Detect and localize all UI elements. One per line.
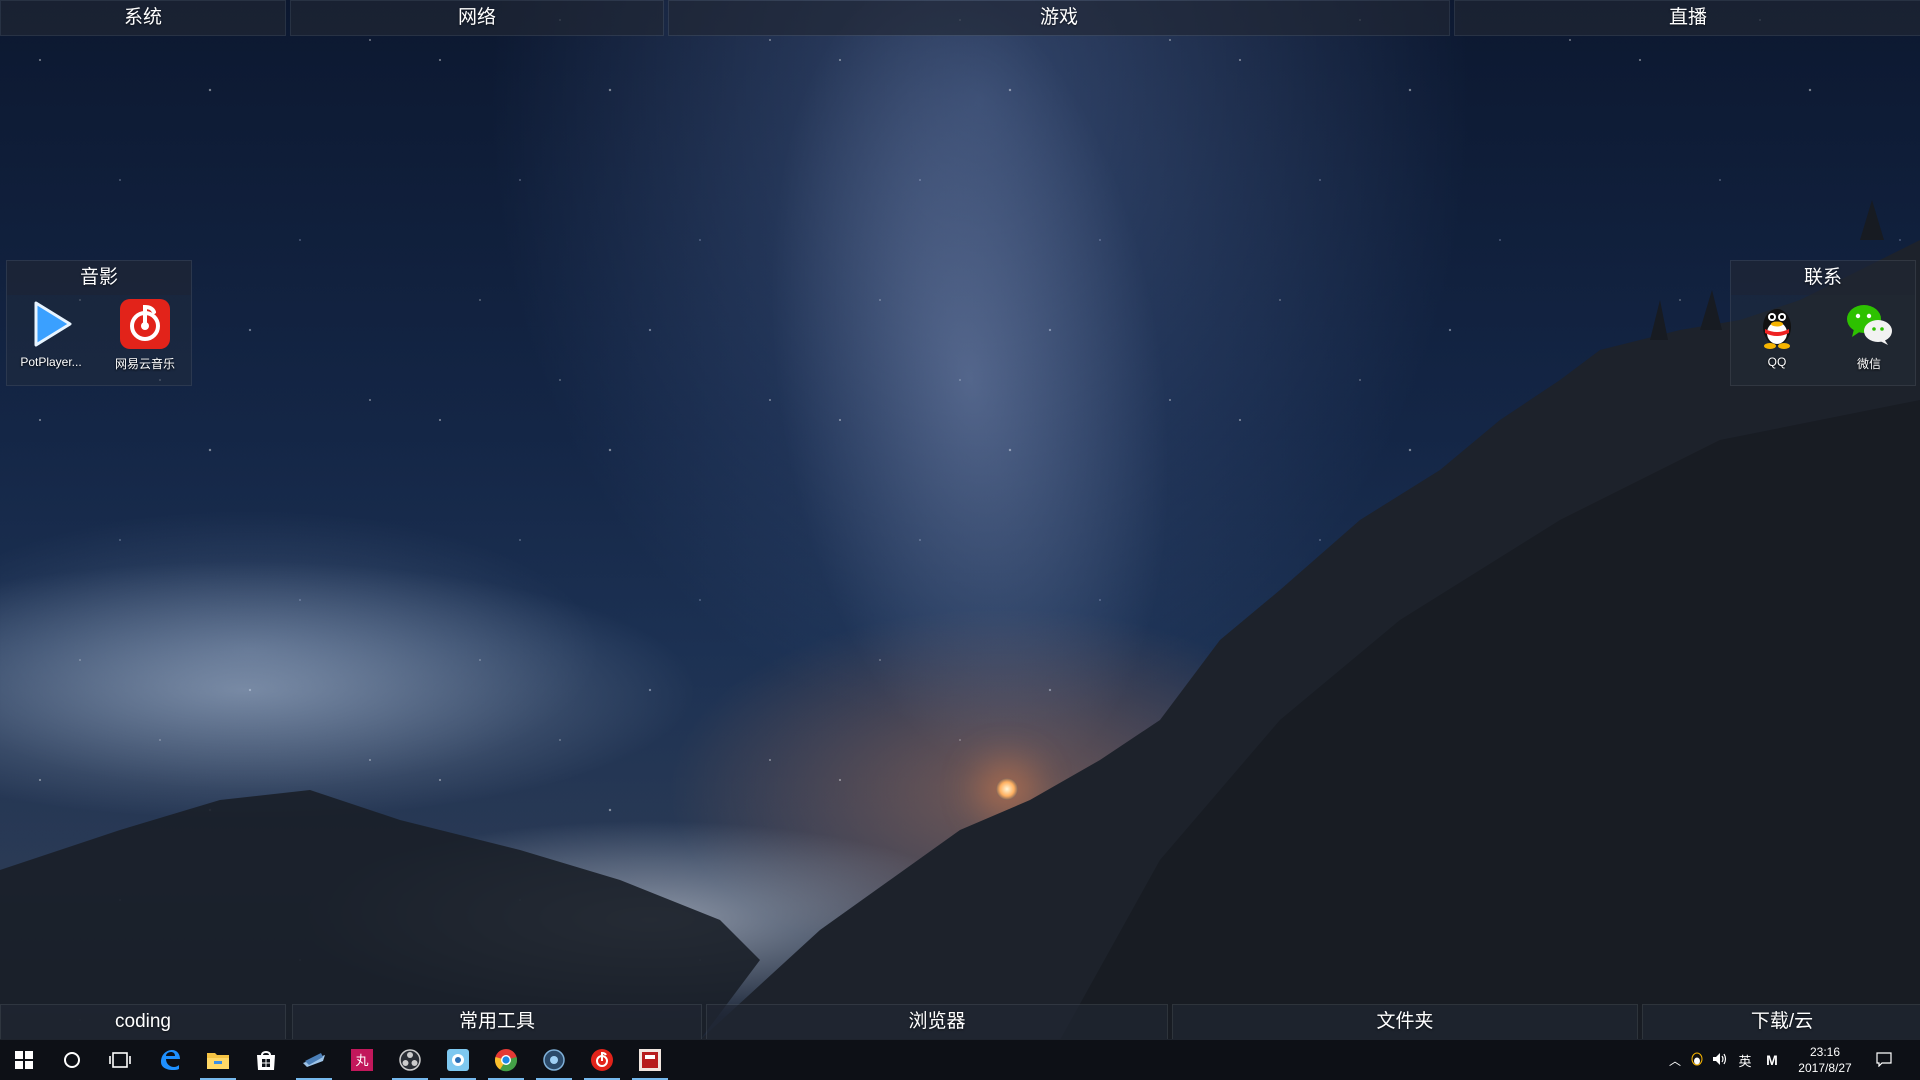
fence-contact[interactable]: 联系 QQ 微信 — [1730, 260, 1916, 386]
desktop-wallpaper — [0, 0, 1920, 1080]
shortcut-label: 微信 — [1856, 357, 1881, 371]
steam-icon — [303, 1053, 325, 1067]
obs-icon — [399, 1049, 421, 1071]
search-button[interactable] — [48, 1040, 96, 1080]
qq-tray-icon[interactable] — [1686, 1052, 1708, 1069]
system-tray: ︿ 英 M 23:16 2017/8/27 — [1664, 1040, 1904, 1080]
clock-date: 2017/8/27 — [1798, 1061, 1852, 1075]
svg-text:丸: 丸 — [355, 1054, 368, 1069]
clock[interactable]: 23:16 2017/8/27 — [1786, 1044, 1864, 1076]
potplayer-icon — [24, 297, 78, 351]
taskbar-app-circle[interactable] — [530, 1040, 578, 1080]
app-pink-icon: 丸 — [351, 1049, 373, 1071]
action-center-icon[interactable] — [1864, 1051, 1904, 1070]
fence-title: coding — [1, 1005, 285, 1039]
volume-icon[interactable] — [1708, 1052, 1732, 1069]
shortcut-label: QQ — [1767, 355, 1787, 369]
fence-network[interactable]: 网络 — [290, 0, 664, 36]
fence-title: 网络 — [291, 1, 663, 35]
fence-folders[interactable]: 文件夹 — [1172, 1004, 1638, 1040]
netease-music-icon — [591, 1049, 613, 1071]
fence-live[interactable]: 直播 — [1454, 0, 1920, 36]
chrome-icon — [494, 1049, 518, 1072]
fence-browser[interactable]: 浏览器 — [706, 1004, 1168, 1040]
edge-icon — [161, 1050, 180, 1070]
taskbar-app-red[interactable] — [626, 1040, 674, 1080]
taskbar-app-steam[interactable] — [290, 1040, 338, 1080]
fence-title: 文件夹 — [1173, 1005, 1637, 1039]
clock-time: 23:16 — [1809, 1045, 1841, 1059]
taskbar-app-blue[interactable] — [434, 1040, 482, 1080]
start-button[interactable] — [0, 1040, 48, 1080]
taskbar-app-chrome[interactable] — [482, 1040, 530, 1080]
fence-tools[interactable]: 常用工具 — [292, 1004, 702, 1040]
windows-logo-icon — [15, 1051, 33, 1069]
desktop-shortcut-wechat[interactable]: 微信 — [1827, 297, 1911, 372]
fence-title: 浏览器 — [707, 1005, 1167, 1039]
task-view-button[interactable] — [96, 1040, 144, 1080]
ime-language-indicator[interactable]: 英 — [1732, 1051, 1758, 1070]
wechat-icon — [1842, 297, 1896, 351]
ime-mode-indicator[interactable]: M — [1758, 1052, 1786, 1068]
taskbar-app-file-explorer[interactable] — [194, 1040, 242, 1080]
qq-icon — [1750, 297, 1804, 351]
desktop-shortcut-netease-music[interactable]: 网易云音乐 — [103, 297, 187, 372]
fence-system[interactable]: 系统 — [0, 0, 286, 36]
taskbar-app-obs[interactable] — [386, 1040, 434, 1080]
fence-title: 常用工具 — [293, 1005, 701, 1039]
taskbar-app-pink[interactable]: 丸 — [338, 1040, 386, 1080]
app-red-icon — [639, 1049, 661, 1071]
cortana-circle-icon — [64, 1052, 80, 1068]
task-view-icon — [109, 1052, 131, 1068]
store-icon — [257, 1051, 275, 1070]
taskbar-app-netease-music[interactable] — [578, 1040, 626, 1080]
fence-title: 游戏 — [669, 1, 1449, 35]
taskbar-app-store[interactable] — [242, 1040, 290, 1080]
desktop-shortcut-potplayer[interactable]: PotPlayer... — [9, 297, 93, 369]
fence-coding[interactable]: coding — [0, 1004, 286, 1040]
fence-downloads-cloud[interactable]: 下载/云 — [1642, 1004, 1920, 1040]
shortcut-label: PotPlayer... — [20, 355, 82, 369]
show-hidden-icons-chevron-icon[interactable]: ︿ — [1664, 1052, 1686, 1069]
fence-title: 联系 — [1731, 261, 1915, 295]
fence-media[interactable]: 音影 PotPlayer... 网易云音乐 — [6, 260, 192, 386]
app-circle-icon — [543, 1049, 565, 1071]
fence-games[interactable]: 游戏 — [668, 0, 1450, 36]
app-blue-icon — [447, 1049, 469, 1071]
fence-title: 下载/云 — [1643, 1005, 1920, 1039]
shortcut-label: 网易云音乐 — [114, 357, 175, 371]
desktop-shortcut-qq[interactable]: QQ — [1735, 297, 1819, 369]
netease-music-icon — [118, 297, 172, 351]
file-explorer-icon — [207, 1053, 229, 1069]
fence-title: 音影 — [7, 261, 191, 295]
fence-title: 直播 — [1455, 1, 1920, 35]
taskbar: 丸 ︿ 英 M 23:16 2017/8/27 — [0, 1039, 1920, 1080]
taskbar-app-edge[interactable] — [146, 1040, 194, 1080]
fence-title: 系统 — [1, 1, 285, 35]
wallpaper-mountains — [0, 200, 1920, 1040]
